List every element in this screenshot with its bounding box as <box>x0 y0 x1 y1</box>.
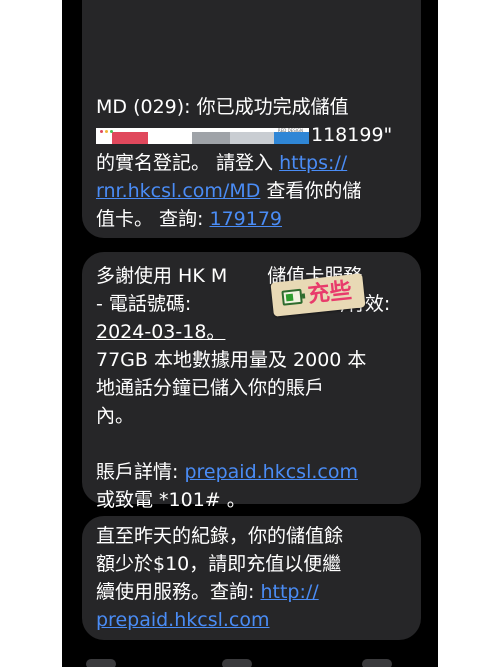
message-line: prepaid.hkcsl.com <box>96 606 407 634</box>
message-text: 的實名登記。 請登入 <box>96 152 280 174</box>
redaction-banner: RED DESIGN <box>96 127 309 144</box>
redaction-banner-label: RED DESIGN <box>277 127 303 133</box>
message-text: 續使用服務。查詢: <box>96 581 261 603</box>
message-bubble-2[interactable]: 多謝使用 HK M儲值卡服務 - 電話號碼: 67;有效: 2024-03-18… <box>82 252 421 511</box>
message-bubble-3[interactable]: 直至昨天的紀錄，你的儲值餘 額少於$10，請即充值以便繼 續使用服務。查詢: h… <box>82 516 421 640</box>
sticker-text: 充些 <box>306 278 354 308</box>
message-line: 額少於$10，請即充值以便繼 <box>96 553 342 575</box>
bottom-toolbar <box>62 655 438 667</box>
message-line: 值卡。 查詢: 179179 <box>96 205 407 233</box>
message-link[interactable]: prepaid.hkcsl.com <box>96 609 270 631</box>
message-line: MD (029): 你已成功完成儲值 <box>96 96 349 118</box>
camera-icon[interactable] <box>86 659 116 667</box>
message-line: 賬戶詳情: prepaid.hkcsl.com <box>96 458 407 486</box>
phone-screen: MD (029): 你已成功完成儲值 RED DESIGN 118199" 的實… <box>62 0 438 667</box>
message-line: 內。 <box>96 405 135 427</box>
message-line: 77GB 本地數據用量及 2000 本 <box>96 349 367 371</box>
message-date[interactable]: 2024-03-18。 <box>96 321 225 343</box>
message-line: rnr.hkcsl.com/MD 查看你的儲 <box>96 177 407 205</box>
message-text: 賬戶詳情: <box>96 461 185 483</box>
message-bubble-1[interactable]: MD (029): 你已成功完成儲值 RED DESIGN 118199" 的實… <box>82 0 421 238</box>
apps-icon[interactable] <box>222 659 252 667</box>
message-text: - 電話號碼: <box>96 293 198 315</box>
audio-icon[interactable] <box>362 659 392 667</box>
message-line: 續使用服務。查詢: http:// <box>96 578 407 606</box>
message-link[interactable]: rnr.hkcsl.com/MD <box>96 180 260 202</box>
message-text: 118199" <box>311 124 393 146</box>
message-line: RED DESIGN 118199" <box>96 121 407 149</box>
message-spacer <box>96 430 407 458</box>
message-text: 查看你的儲 <box>260 180 362 202</box>
battery-icon <box>281 288 306 306</box>
message-line: 或致電 *101# 。 <box>96 489 246 511</box>
message-link[interactable]: http:// <box>260 581 318 603</box>
message-text: 多謝使用 HK M <box>96 265 228 287</box>
message-link[interactable]: prepaid.hkcsl.com <box>184 461 358 483</box>
message-link[interactable]: https:// <box>279 152 347 174</box>
message-link[interactable]: 179179 <box>209 208 282 230</box>
message-line: 直至昨天的紀錄，你的儲值餘 <box>96 525 344 547</box>
message-line: 2024-03-18。 <box>96 318 407 346</box>
message-line: 地通話分鐘已儲入你的賬戶 <box>96 377 325 399</box>
message-line: 的實名登記。 請登入 https:// <box>96 149 407 177</box>
message-text: 值卡。 查詢: <box>96 208 210 230</box>
